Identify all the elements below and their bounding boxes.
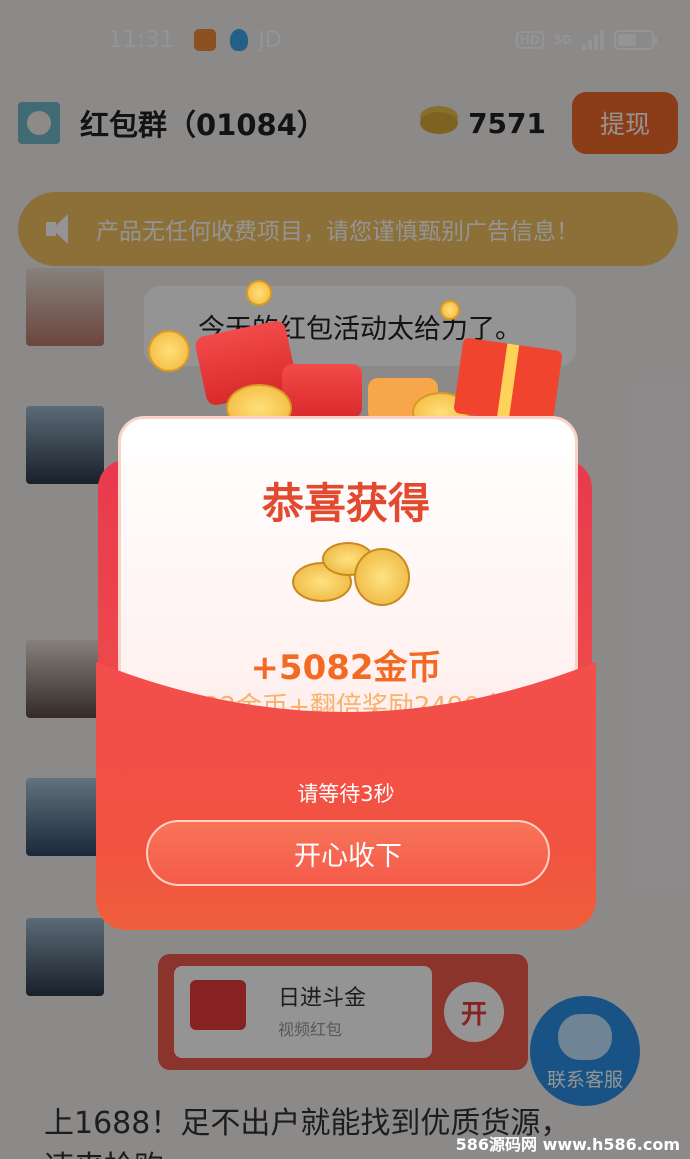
coin-icon <box>440 300 460 320</box>
red-envelope-icon <box>282 364 362 418</box>
reward-modal: 恭喜获得 +5082金币 2592金币+翻倍奖励2490金币 请等待3秒 开心收… <box>96 280 596 930</box>
gift-box-icon <box>453 337 563 427</box>
coin-icon <box>246 280 272 306</box>
coin-icon <box>148 330 190 372</box>
accept-reward-button[interactable]: 开心收下 <box>146 820 550 886</box>
reward-amount: +5082金币 <box>250 648 442 688</box>
coin-pile-icon <box>292 542 410 614</box>
countdown-text: 请等待3秒 <box>297 782 395 806</box>
watermark: 586源码网 www.h586.com <box>455 1135 680 1154</box>
reward-title: 恭喜获得 <box>261 479 430 528</box>
